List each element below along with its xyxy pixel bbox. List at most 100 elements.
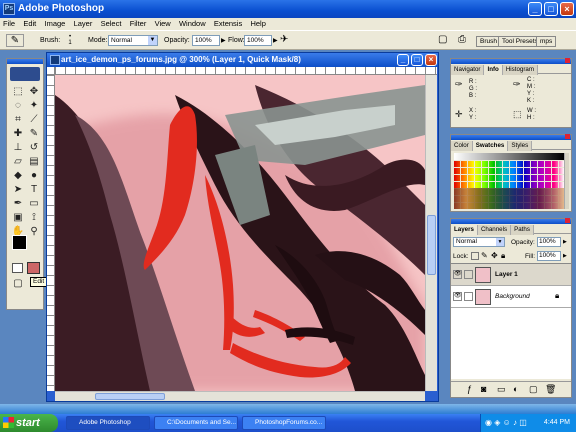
tab-swatches[interactable]: Swatches — [472, 141, 509, 151]
clone-stamp-icon[interactable]: ⊥ — [11, 141, 25, 155]
maximize-icon[interactable]: □ — [544, 2, 558, 16]
horizontal-scroll-thumb[interactable] — [95, 393, 165, 400]
earth-swatch-rows[interactable] — [454, 188, 564, 209]
gradient-tool-icon[interactable]: ▤ — [27, 155, 41, 169]
menu-help[interactable]: Help — [247, 18, 268, 30]
print-icon[interactable]: ⎙ — [458, 34, 466, 45]
tab-navigator[interactable]: Navigator — [451, 65, 485, 75]
tab-histogram[interactable]: Histogram — [502, 65, 539, 75]
standard-mode-icon[interactable] — [12, 263, 23, 273]
link-toggle[interactable] — [464, 270, 473, 279]
layer-style-icon[interactable]: ƒ — [467, 384, 472, 394]
horizontal-scrollbar[interactable] — [55, 391, 425, 401]
lock-transparency-icon[interactable] — [471, 252, 479, 260]
blur-tool-icon[interactable]: ◆ — [11, 169, 25, 183]
close-icon[interactable]: × — [560, 2, 574, 16]
minimize-icon[interactable]: _ — [528, 2, 542, 16]
menu-file[interactable]: File — [0, 18, 18, 30]
image-canvas[interactable] — [55, 75, 425, 391]
move-tool-icon[interactable]: ✥ — [27, 85, 41, 99]
doc-minimize-icon[interactable]: _ — [397, 54, 409, 66]
close-icon[interactable] — [565, 218, 570, 223]
lock-image-icon[interactable]: ✎ — [481, 252, 488, 260]
menu-edit[interactable]: Edit — [20, 18, 39, 30]
doc-close-icon[interactable]: × — [425, 54, 437, 66]
new-set-icon[interactable]: ▭ — [497, 384, 506, 395]
fill-arrow-icon[interactable]: ▶ — [563, 253, 567, 259]
ruler-origin[interactable] — [47, 67, 55, 75]
tab-color[interactable]: Color — [451, 141, 473, 151]
vertical-scrollbar[interactable] — [425, 75, 437, 391]
zoom-tool-icon[interactable]: ⚲ — [27, 225, 41, 239]
menu-select[interactable]: Select — [98, 18, 125, 30]
type-tool-icon[interactable]: T — [27, 183, 41, 197]
adjustment-layer-icon[interactable]: ◐ — [513, 384, 518, 394]
eye-icon[interactable]: 👁︎ — [453, 270, 462, 279]
mode-select[interactable]: Normal ▼ — [108, 35, 158, 46]
taskbar-item-browser[interactable]: PhotoshopForums.co... — [242, 416, 326, 430]
marquee-tool-icon[interactable]: ⬚ — [11, 85, 25, 99]
grayscale-swatch-row[interactable] — [454, 153, 564, 160]
foreground-color-swatch[interactable] — [12, 235, 27, 250]
shape-tool-icon[interactable]: ▭ — [27, 197, 41, 211]
opacity-arrow-icon[interactable]: ▶ — [221, 37, 226, 44]
layer-row-background[interactable]: 👁︎ Background 🔒︎ — [451, 286, 571, 308]
new-layer-icon[interactable]: ▢ — [529, 384, 538, 395]
screen-mode-icon[interactable]: ▢ — [11, 277, 25, 291]
eye-icon[interactable]: 👁︎ — [453, 292, 462, 301]
close-icon[interactable] — [565, 134, 570, 139]
link-toggle[interactable] — [464, 292, 473, 301]
tab-layers[interactable]: Layers — [451, 225, 478, 235]
lock-position-icon[interactable]: ✥ — [491, 252, 498, 260]
slice-tool-icon[interactable]: ⟋ — [27, 113, 41, 127]
magic-wand-icon[interactable]: ✦ — [27, 99, 41, 113]
brush-picker[interactable]: • 1 — [64, 34, 76, 47]
tray-icons[interactable]: ◉ ◈ ☺ ♪ ◫ — [485, 414, 527, 432]
flow-arrow-icon[interactable]: ▶ — [273, 37, 278, 44]
healing-brush-icon[interactable]: ✚ — [11, 127, 25, 141]
taskbar-item-photoshop[interactable]: Adobe Photoshop — [66, 416, 150, 430]
tab-info[interactable]: Info — [484, 65, 503, 75]
eyedropper-icon[interactable]: ⟟ — [27, 211, 41, 225]
brush-tool-preset-icon[interactable]: ✎ — [6, 34, 24, 47]
start-button[interactable]: start — [0, 414, 58, 432]
blend-mode-select[interactable]: Normal ▼ — [453, 237, 505, 247]
layer-opacity-input[interactable]: 100% — [537, 237, 561, 247]
lasso-tool-icon[interactable]: ◌ — [11, 99, 25, 113]
layer-row-layer-1[interactable]: 👁︎ Layer 1 — [451, 264, 571, 286]
opacity-input[interactable]: 100% — [192, 35, 220, 46]
crop-tool-icon[interactable]: ⌗ — [11, 113, 25, 127]
swatches-scrollbar[interactable] — [564, 153, 569, 209]
quick-mask-mode-icon[interactable] — [27, 262, 40, 274]
tab-channels[interactable]: Channels — [477, 225, 512, 235]
brush-tool-icon[interactable]: ✎ — [27, 127, 41, 141]
menu-window[interactable]: Window — [176, 18, 209, 30]
layer-mask-icon[interactable]: ◙ — [481, 384, 486, 394]
airbrush-icon[interactable]: ✈ — [280, 34, 288, 45]
menu-image[interactable]: Image — [42, 18, 69, 30]
file-browser-icon[interactable]: ▢ — [438, 34, 447, 45]
notes-tool-icon[interactable]: ▣ — [11, 211, 25, 225]
menu-layer[interactable]: Layer — [71, 18, 96, 30]
adobe-online-icon[interactable] — [10, 67, 40, 81]
doc-maximize-icon[interactable]: □ — [411, 54, 423, 66]
dodge-tool-icon[interactable]: ● — [27, 169, 41, 183]
menu-view[interactable]: View — [152, 18, 174, 30]
pen-tool-icon[interactable]: ✒ — [11, 197, 25, 211]
opacity-arrow-icon[interactable]: ▶ — [563, 239, 567, 245]
close-icon[interactable] — [565, 58, 570, 63]
tab-paths[interactable]: Paths — [511, 225, 534, 235]
palette-well-comps[interactable]: mps — [536, 36, 557, 47]
lock-all-icon[interactable]: 🔒︎ — [501, 252, 505, 260]
menu-extensis[interactable]: Extensis — [211, 18, 245, 30]
tab-styles[interactable]: Styles — [508, 141, 533, 151]
fill-input[interactable]: 100% — [537, 251, 561, 261]
trash-icon[interactable]: 🗑︎ — [545, 384, 556, 395]
taskbar-item-explorer[interactable]: C:\Documents and Se... — [154, 416, 238, 430]
menu-filter[interactable]: Filter — [127, 18, 150, 30]
history-brush-icon[interactable]: ↺ — [27, 141, 41, 155]
swatch-grid[interactable] — [454, 153, 564, 209]
path-selection-icon[interactable]: ➤ — [11, 183, 25, 197]
flow-input[interactable]: 100% — [244, 35, 272, 46]
vertical-scroll-thumb[interactable] — [427, 215, 436, 275]
